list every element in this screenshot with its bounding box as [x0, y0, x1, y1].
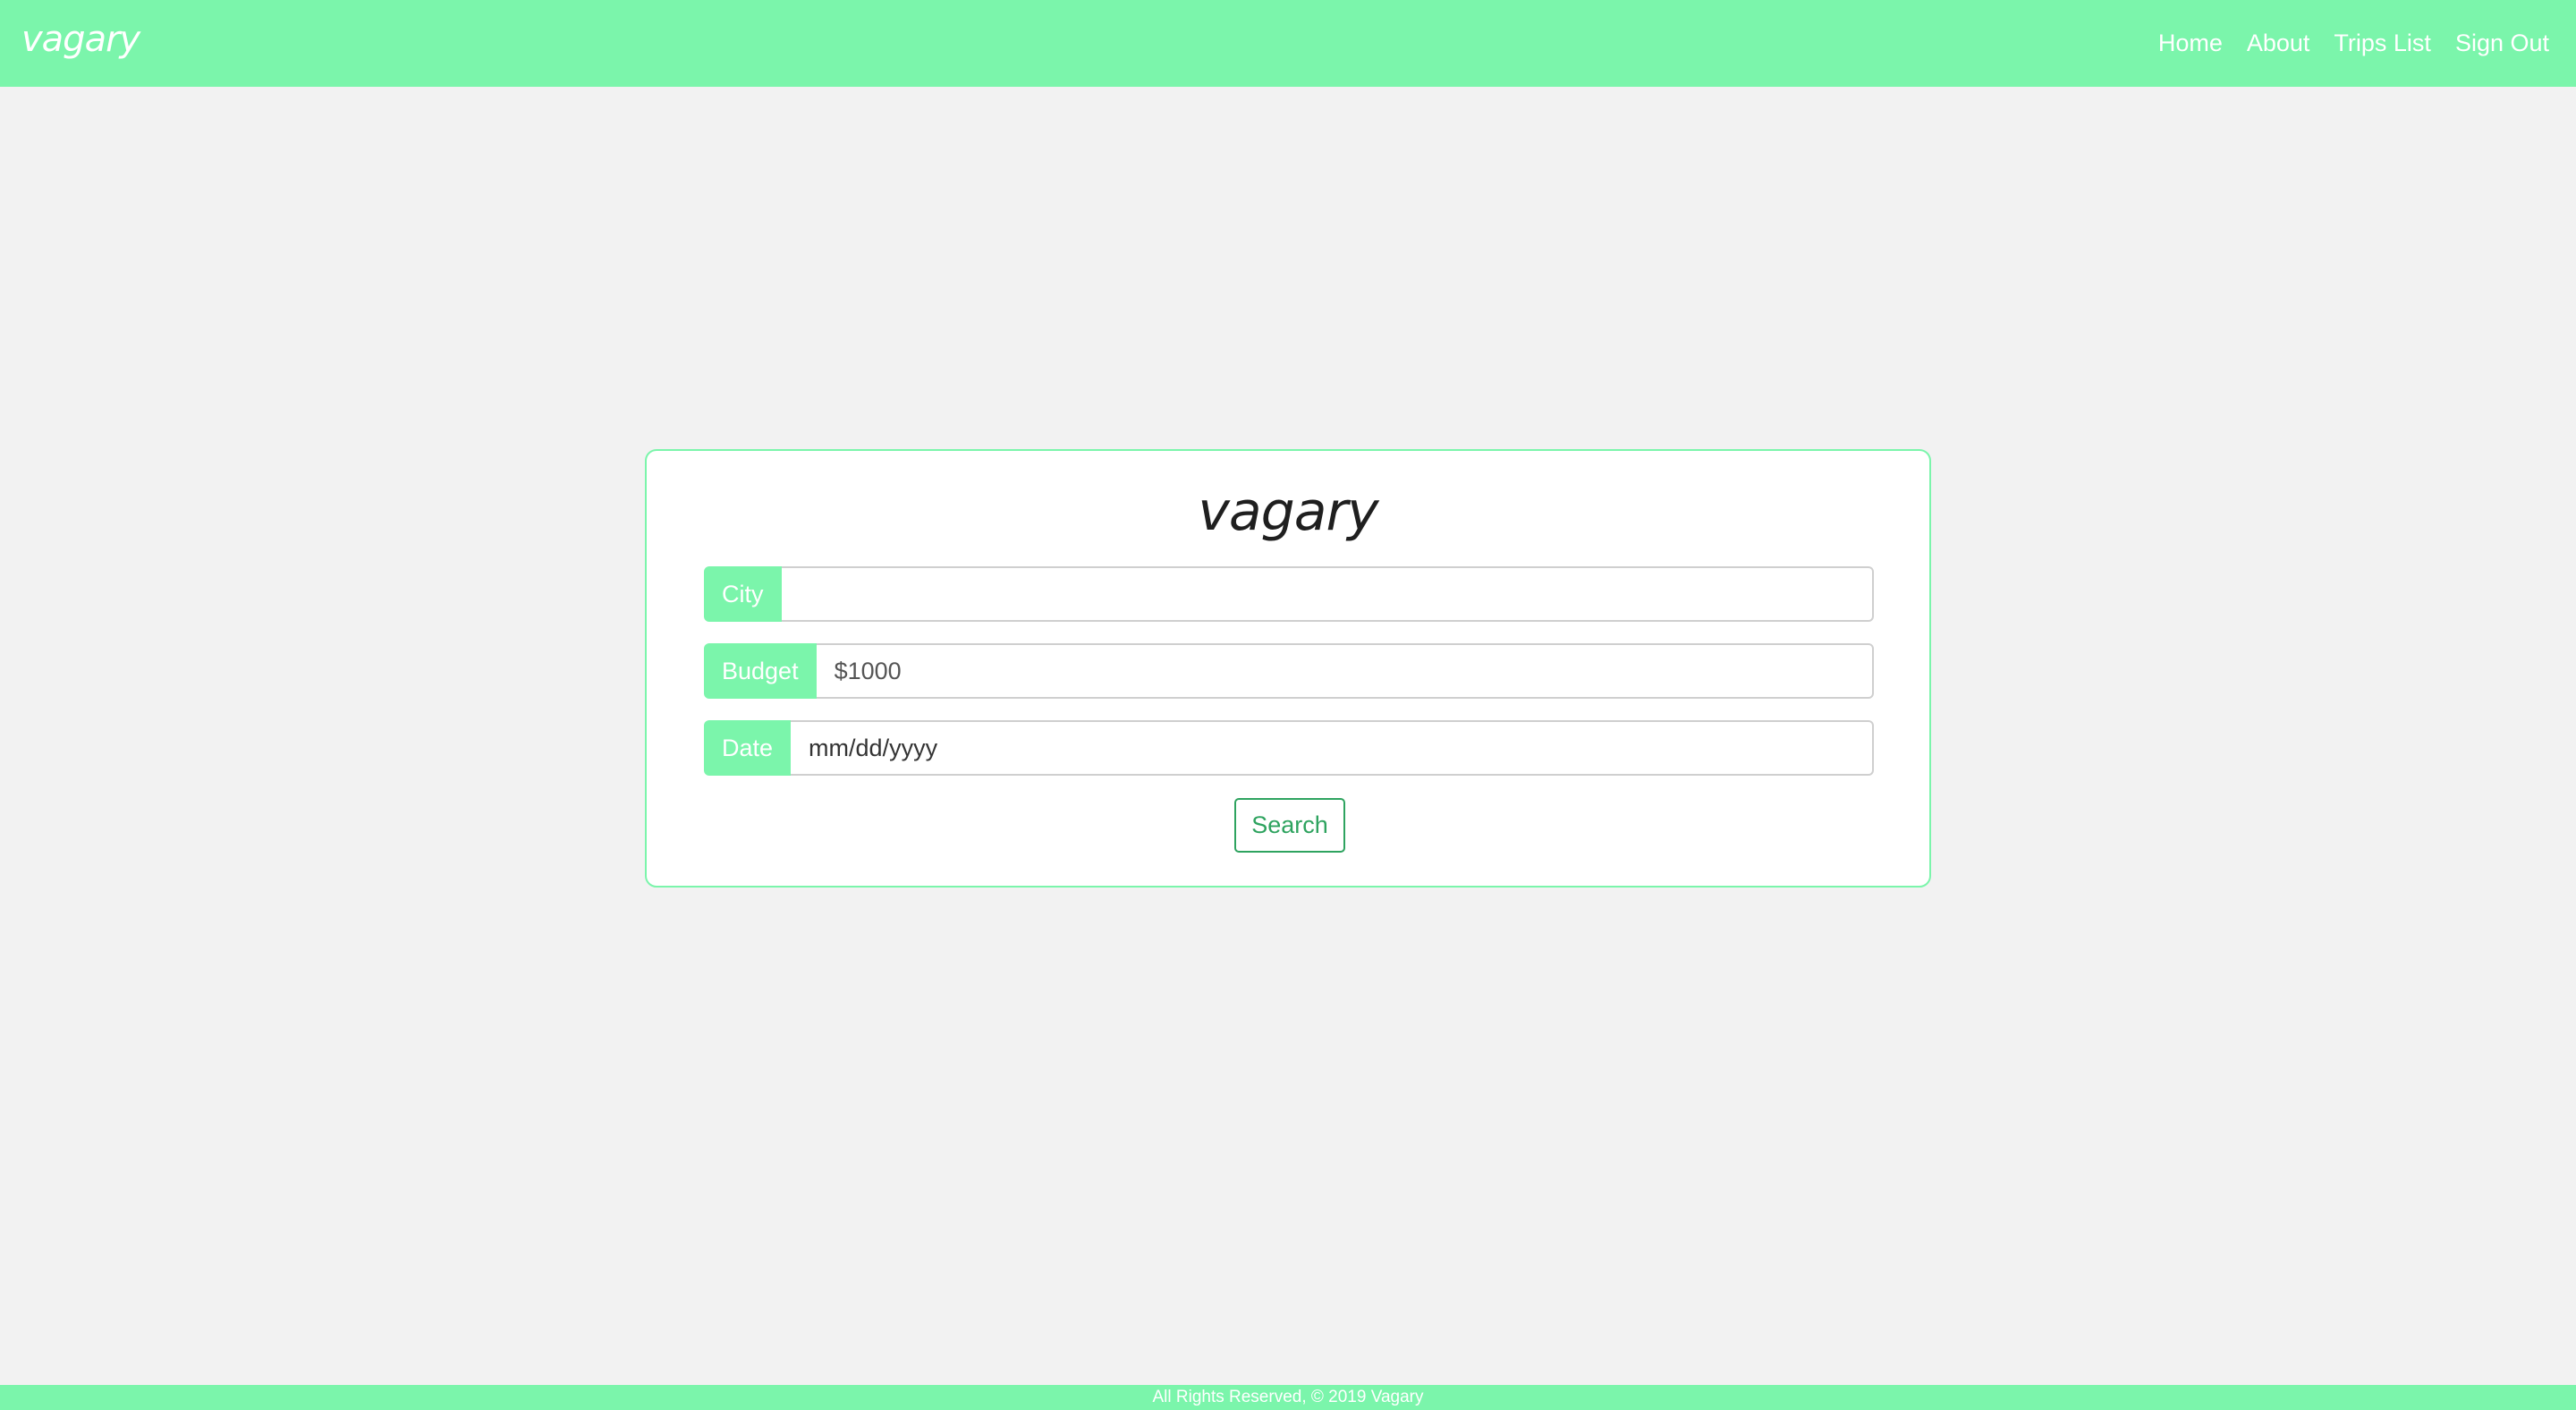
card-title: vagary — [1198, 480, 1378, 543]
budget-input-group: Budget — [704, 643, 1874, 699]
navbar: vagary Home About Trips List Sign Out — [0, 0, 2576, 87]
city-input[interactable] — [781, 566, 1874, 622]
date-label: Date — [704, 720, 792, 776]
date-input[interactable] — [791, 720, 1874, 776]
city-label: City — [704, 566, 782, 622]
budget-input[interactable] — [816, 643, 1874, 699]
city-input-group: City — [704, 566, 1874, 622]
nav-link-trips-list[interactable]: Trips List — [2334, 30, 2431, 57]
footer: All Rights Reserved, © 2019 Vagary — [0, 1385, 2576, 1410]
nav-link-sign-out[interactable]: Sign Out — [2455, 30, 2549, 57]
nav-links: Home About Trips List Sign Out — [2134, 30, 2549, 57]
search-button[interactable]: Search — [1234, 798, 1345, 853]
budget-label: Budget — [704, 643, 817, 699]
nav-link-about[interactable]: About — [2247, 30, 2310, 57]
date-input-group: Date — [704, 720, 1874, 776]
search-card: vagary City Budget Date Search — [645, 449, 1931, 888]
brand-logo[interactable]: vagary — [21, 19, 140, 60]
nav-link-home[interactable]: Home — [2158, 30, 2223, 57]
